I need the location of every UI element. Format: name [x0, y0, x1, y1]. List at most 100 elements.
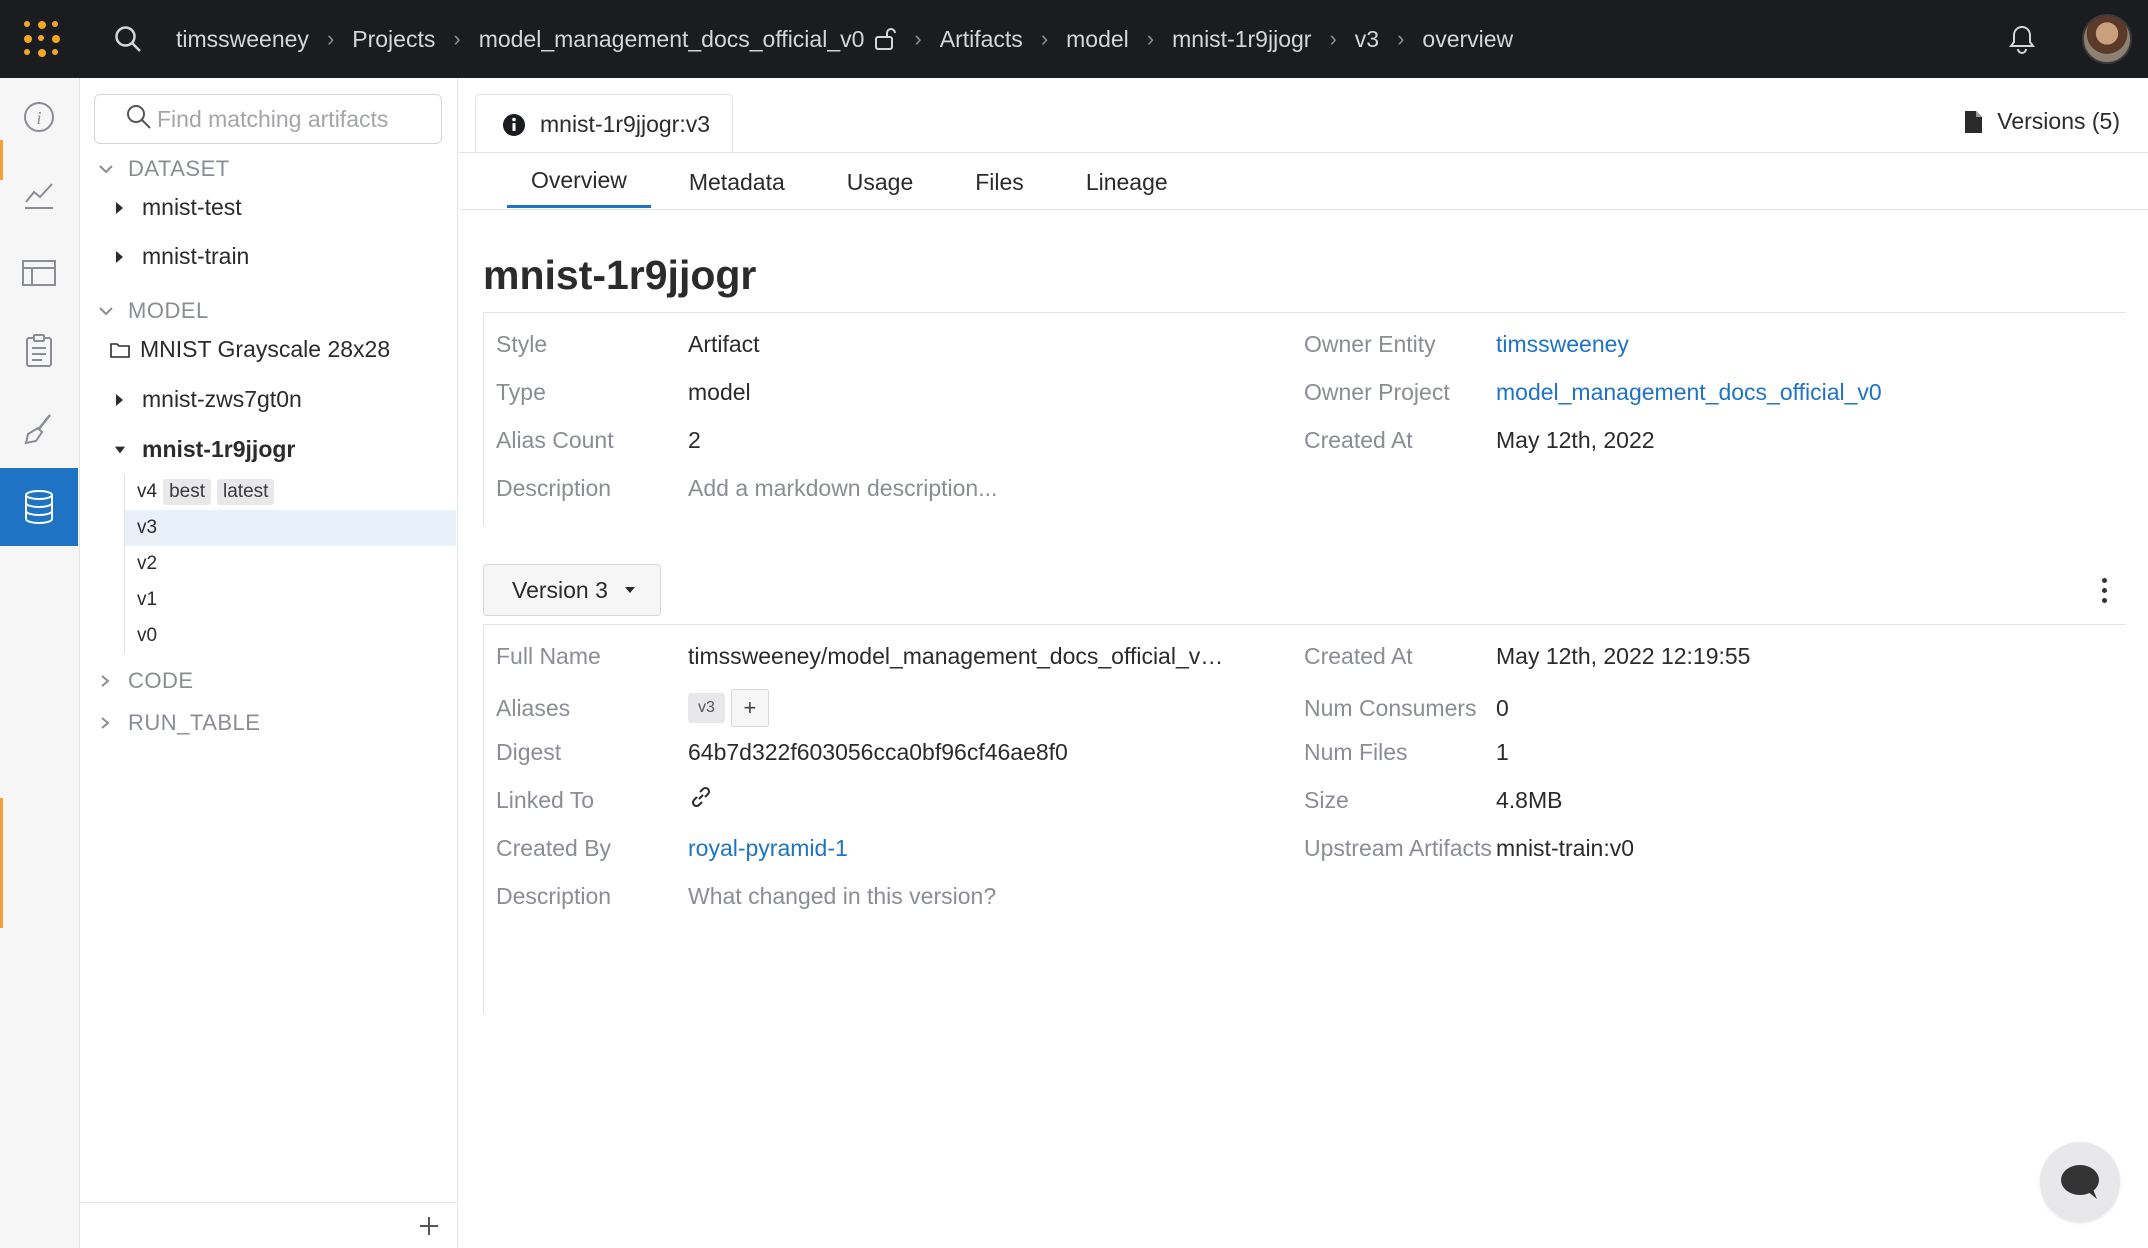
field-label: Num Files [1304, 738, 1408, 765]
more-options-icon[interactable] [2094, 570, 2114, 610]
breadcrumb-projects[interactable]: Projects [352, 26, 435, 53]
field-value: model [688, 378, 751, 405]
lock-open-icon[interactable] [874, 27, 897, 51]
field-label: Type [496, 378, 546, 405]
icon-rail: i [0, 78, 80, 1248]
owner-entity-link[interactable]: timssweeney [1496, 331, 1629, 358]
chat-icon[interactable] [2040, 1142, 2120, 1222]
link-icon[interactable] [688, 784, 714, 816]
breadcrumb-page[interactable]: overview [1422, 26, 1513, 53]
group-label: MODEL [128, 298, 209, 323]
breadcrumb-entity[interactable]: timssweeney [176, 26, 309, 53]
caret-right-icon [114, 393, 126, 407]
group-dataset[interactable]: DATASET [98, 156, 230, 182]
field-label: Created At [1304, 642, 1413, 669]
bell-icon[interactable] [2002, 19, 2042, 59]
artifact-info-card: Style Artifact Type model Alias Count 2 … [483, 312, 2126, 526]
group-model[interactable]: MODEL [98, 298, 209, 324]
tab-files[interactable]: Files [957, 156, 1042, 208]
sweep-icon[interactable] [0, 390, 78, 468]
breadcrumb-version[interactable]: v3 [1355, 26, 1379, 53]
database-icon[interactable] [0, 468, 78, 546]
versions-label: Versions (5) [1997, 108, 2120, 134]
tab-overview[interactable]: Overview [507, 156, 651, 208]
version-label: v1 [137, 589, 158, 610]
tree-item-mnist-test[interactable]: mnist-test [114, 194, 242, 221]
group-code[interactable]: CODE [98, 668, 194, 694]
chevron-right-icon: › [453, 26, 461, 51]
group-label: RUN_TABLE [128, 710, 261, 735]
created-by-link[interactable]: royal-pyramid-1 [688, 835, 848, 862]
version-item-v1[interactable]: v1 [125, 582, 456, 618]
field-size: Size 4.8MB [1304, 785, 1562, 815]
field-type: Type model [496, 377, 751, 407]
plus-icon[interactable] [414, 1211, 444, 1241]
caret-down-icon [624, 586, 636, 594]
artifact-search-input[interactable] [157, 105, 447, 133]
field-label: Linked To [496, 786, 595, 813]
version-dropdown[interactable]: Version 3 [483, 564, 661, 616]
chevron-right-icon: › [326, 26, 335, 51]
search-icon [125, 103, 153, 136]
field-linked-to: Linked To [496, 785, 714, 815]
table-icon[interactable] [0, 234, 78, 312]
field-label: Aliases [496, 694, 571, 721]
breadcrumb-type[interactable]: model [1066, 26, 1129, 53]
tab-metadata[interactable]: Metadata [671, 156, 803, 208]
caret-right-icon [114, 250, 126, 264]
version-list: v4 best latest v3 v2 v1 v0 [124, 474, 456, 654]
version-item-v4[interactable]: v4 best latest [125, 474, 456, 510]
wandb-logo-icon[interactable] [20, 17, 64, 61]
breadcrumb-project[interactable]: model_management_docs_official_v0 [479, 26, 865, 53]
breadcrumb-artifacts[interactable]: Artifacts [940, 26, 1023, 53]
upstream-artifact-link[interactable]: mnist-train:v0 [1496, 835, 1634, 862]
field-label: Alias Count [496, 426, 614, 453]
field-value: 0 [1496, 694, 1509, 721]
report-icon[interactable] [0, 312, 78, 390]
top-bar: timssweeney › Projects › model_managemen… [0, 0, 2148, 78]
tree-item-mnist-train[interactable]: mnist-train [114, 243, 249, 270]
field-value: 1 [1496, 738, 1509, 765]
field-label: Description [496, 474, 612, 501]
field-label: Owner Project [1304, 378, 1450, 405]
owner-project-link[interactable]: model_management_docs_official_v0 [1496, 379, 1882, 406]
sidebar-footer [80, 1202, 458, 1248]
add-alias-button[interactable]: + [730, 689, 769, 727]
artifact-tab[interactable]: mnist-1r9jjogr:v3 [475, 94, 733, 154]
info-icon[interactable]: i [0, 78, 78, 156]
version-label: v2 [137, 553, 158, 574]
divider [459, 152, 2148, 153]
tree-item-mnist-1r9jjogr[interactable]: mnist-1r9jjogr [114, 436, 295, 463]
chevron-right-icon [98, 716, 114, 730]
field-value: Artifact [688, 330, 760, 357]
artifact-sidebar: DATASET mnist-test mnist-train MODEL MNI… [80, 78, 458, 1248]
tree-item-label: mnist-test [142, 194, 242, 220]
field-created-by: Created By royal-pyramid-1 [496, 833, 848, 863]
avatar[interactable] [2082, 14, 2132, 64]
group-run-table[interactable]: RUN_TABLE [98, 710, 260, 736]
chevron-right-icon: › [914, 26, 922, 51]
field-alias-count: Alias Count 2 [496, 425, 701, 455]
field-label: Upstream Artifacts [1304, 834, 1492, 861]
version-item-v2[interactable]: v2 [125, 546, 456, 582]
tab-usage[interactable]: Usage [829, 156, 931, 208]
versions-button[interactable]: Versions (5) [1963, 108, 2120, 135]
version-item-v0[interactable]: v0 [125, 618, 456, 654]
search-icon[interactable] [110, 21, 146, 57]
tab-lineage[interactable]: Lineage [1068, 156, 1186, 208]
alias-chip-v3[interactable]: v3 [688, 693, 725, 723]
chart-icon[interactable] [0, 156, 78, 234]
version-item-v3[interactable]: v3 [125, 510, 456, 546]
breadcrumb: timssweeney › Projects › model_managemen… [176, 26, 1513, 53]
field-num-consumers: Num Consumers 0 [1304, 693, 1509, 723]
tree-folder-mnist-grayscale[interactable]: MNIST Grayscale 28x28 [110, 336, 390, 363]
tree-item-label: mnist-train [142, 243, 250, 269]
version-label: v3 [137, 517, 158, 538]
version-description-editor[interactable]: What changed in this version? [688, 883, 996, 910]
breadcrumb-artifact[interactable]: mnist-1r9jjogr [1172, 26, 1311, 53]
folder-icon [110, 342, 130, 358]
field-upstream-artifacts: Upstream Artifacts mnist-train:v0 [1304, 833, 1634, 863]
tree-item-mnist-zws7gt0n[interactable]: mnist-zws7gt0n [114, 386, 302, 413]
field-num-files: Num Files 1 [1304, 737, 1509, 767]
description-editor[interactable]: Add a markdown description... [688, 475, 997, 502]
